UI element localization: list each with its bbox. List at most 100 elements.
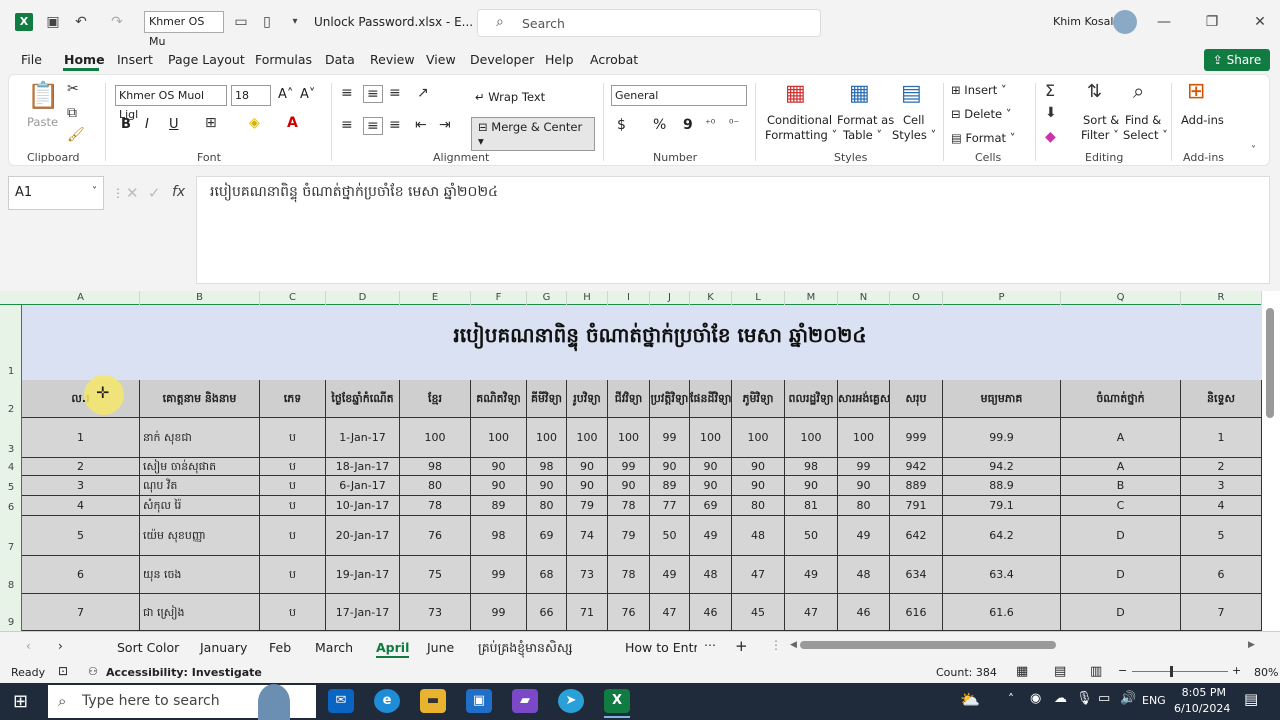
table-cell[interactable]: នាក់ សុខជា: [140, 418, 260, 458]
row-header[interactable]: 1: [0, 366, 22, 377]
cut-icon[interactable]: ✂: [67, 81, 79, 97]
conditional-formatting-icon[interactable]: ▦: [785, 81, 806, 106]
autosum-icon[interactable]: Σ: [1045, 81, 1055, 100]
tray-app-icon[interactable]: ◉: [1030, 691, 1041, 706]
table-cell[interactable]: 68: [527, 556, 567, 594]
table-cell[interactable]: 1-Jan-17: [326, 418, 400, 458]
prev-sheet-icon[interactable]: ‹: [26, 639, 31, 653]
table-cell[interactable]: 47: [650, 594, 690, 631]
table-cell[interactable]: 942: [890, 458, 943, 476]
font-size-select[interactable]: 18: [231, 85, 271, 106]
insert-function-button[interactable]: fx: [172, 184, 185, 200]
table-header-cell[interactable]: រូបវិទ្យា: [567, 380, 608, 418]
weather-icon[interactable]: ⛅: [960, 690, 980, 709]
table-cell[interactable]: 49: [690, 516, 732, 556]
table-cell[interactable]: ណុប វិត: [140, 476, 260, 496]
add-ins-icon[interactable]: ⊞: [1187, 79, 1205, 104]
table-cell[interactable]: 100: [690, 418, 732, 458]
table-cell[interactable]: 63.4: [943, 556, 1061, 594]
avatar[interactable]: [1113, 10, 1137, 34]
sort-filter-label-2[interactable]: Filter ˅: [1081, 128, 1119, 142]
number-format-select[interactable]: General: [611, 85, 747, 106]
table-cell[interactable]: 76: [608, 594, 650, 631]
table-cell[interactable]: 100: [471, 418, 527, 458]
table-cell[interactable]: 75: [400, 556, 471, 594]
cell-styles-icon[interactable]: ▤: [901, 81, 922, 106]
save-icon[interactable]: ▣: [44, 13, 62, 31]
table-cell[interactable]: យុន ចេង: [140, 556, 260, 594]
sheet-tab-sort-color[interactable]: Sort Color: [117, 640, 179, 655]
table-cell[interactable]: 5: [1181, 516, 1262, 556]
language-indicator[interactable]: ENG: [1142, 694, 1166, 707]
table-cell[interactable]: 642: [890, 516, 943, 556]
table-cell[interactable]: 89: [650, 476, 690, 496]
align-bottom-icon[interactable]: ≡: [389, 85, 401, 101]
macro-record-icon[interactable]: ⊡: [58, 664, 68, 678]
table-cell[interactable]: 66: [527, 594, 567, 631]
table-cell[interactable]: ប: [260, 556, 326, 594]
table-cell[interactable]: 634: [890, 556, 943, 594]
cell-styles-label-2[interactable]: Styles ˅: [892, 128, 936, 142]
table-cell[interactable]: 90: [838, 476, 890, 496]
table-header-cell[interactable]: គោត្តនាម និងនាម: [140, 380, 260, 418]
table-cell[interactable]: 90: [608, 476, 650, 496]
table-cell[interactable]: 79.1: [943, 496, 1061, 516]
add-sheet-icon[interactable]: +: [735, 637, 748, 655]
table-cell[interactable]: 80: [838, 496, 890, 516]
tab-review[interactable]: Review: [370, 52, 415, 67]
table-cell[interactable]: 99: [650, 418, 690, 458]
table-header-cell[interactable]: មធ្យមភាគ: [943, 380, 1061, 418]
accessibility-status[interactable]: Accessibility: Investigate: [106, 666, 262, 679]
undo-icon[interactable]: ↶: [72, 13, 90, 31]
table-cell[interactable]: 90: [732, 458, 785, 476]
zoom-level[interactable]: 80%: [1254, 666, 1278, 679]
row-header[interactable]: 8: [0, 580, 22, 591]
orientation-icon[interactable]: ↗: [417, 85, 429, 101]
table-cell[interactable]: 3: [1181, 476, 1262, 496]
table-cell[interactable]: 100: [527, 418, 567, 458]
table-cell[interactable]: 99.9: [943, 418, 1061, 458]
name-box[interactable]: A1 ˅: [8, 176, 104, 210]
table-cell[interactable]: 88.9: [943, 476, 1061, 496]
increase-indent-icon[interactable]: ⇥: [439, 117, 451, 133]
table-header-cell[interactable]: ភេទ: [260, 380, 326, 418]
table-cell[interactable]: ប: [260, 476, 326, 496]
cell-styles-label[interactable]: Cell: [903, 113, 925, 127]
table-cell[interactable]: ប: [260, 418, 326, 458]
more-sheets-icon[interactable]: ⋯: [704, 638, 716, 652]
align-left-icon[interactable]: ≡: [341, 117, 353, 133]
table-cell[interactable]: ជា ស្រៀង: [140, 594, 260, 631]
cancel-icon[interactable]: ✕: [126, 184, 139, 202]
column-header[interactable]: P: [943, 291, 1061, 305]
wrap-text-button[interactable]: ↵ Wrap Text: [475, 90, 545, 104]
table-cell[interactable]: 999: [890, 418, 943, 458]
mail-icon[interactable]: ✉: [328, 689, 354, 713]
table-cell[interactable]: 889: [890, 476, 943, 496]
table-cell[interactable]: D: [1061, 556, 1181, 594]
table-cell[interactable]: 61.6: [943, 594, 1061, 631]
tab-acrobat[interactable]: Acrobat: [590, 52, 638, 67]
volume-icon[interactable]: 🔊: [1120, 691, 1136, 706]
table-cell[interactable]: 100: [400, 418, 471, 458]
table-cell[interactable]: 2: [22, 458, 140, 476]
clock-time[interactable]: 8:05 PM: [1180, 686, 1226, 699]
column-header[interactable]: J: [650, 291, 690, 305]
table-cell[interactable]: 89: [471, 496, 527, 516]
next-sheet-icon[interactable]: ›: [58, 639, 63, 653]
zoom-slider[interactable]: [1132, 671, 1228, 672]
table-cell[interactable]: D: [1061, 594, 1181, 631]
restore-icon[interactable]: ❐: [1203, 13, 1221, 31]
table-header-cell[interactable]: ពលរដ្ឋវិទ្យា: [785, 380, 838, 418]
table-header-cell[interactable]: ជីវវិទ្យា: [608, 380, 650, 418]
table-cell[interactable]: 81: [785, 496, 838, 516]
format-as-table-icon[interactable]: ▦: [849, 81, 870, 106]
table-cell[interactable]: 90: [690, 458, 732, 476]
align-right-icon[interactable]: ≡: [389, 117, 401, 133]
clock-date[interactable]: 6/10/2024: [1174, 702, 1230, 715]
table-cell[interactable]: 100: [732, 418, 785, 458]
table-cell[interactable]: 90: [471, 476, 527, 496]
find-select-icon[interactable]: ⌕: [1133, 79, 1144, 103]
table-cell[interactable]: ប: [260, 594, 326, 631]
clear-icon[interactable]: ◆: [1045, 129, 1056, 145]
table-cell[interactable]: 49: [650, 556, 690, 594]
